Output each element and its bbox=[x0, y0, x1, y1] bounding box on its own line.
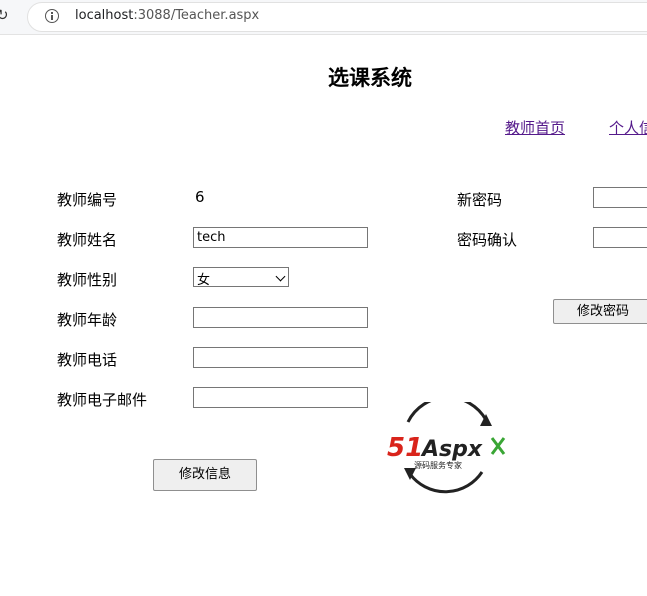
teacher-gender-select[interactable]: 女 bbox=[193, 267, 289, 288]
browser-toolbar: ↻ localhost:3088/Teacher.aspx bbox=[0, 0, 647, 35]
teacher-id-value: 6 bbox=[195, 188, 205, 206]
url-host: localhost bbox=[75, 8, 134, 23]
new-password-label: 新密码 bbox=[457, 191, 503, 209]
teacher-gender-label: 教师性别 bbox=[57, 271, 118, 289]
new-password-input[interactable] bbox=[593, 187, 647, 208]
teacher-id-label: 教师编号 bbox=[57, 191, 118, 209]
teacher-name-label: 教师姓名 bbox=[57, 231, 118, 249]
info-icon[interactable] bbox=[45, 9, 59, 23]
site-logo: 51 Aspx 源码服务专家 bbox=[386, 395, 514, 494]
teacher-age-label: 教师年龄 bbox=[57, 311, 118, 329]
address-bar[interactable]: localhost:3088/Teacher.aspx bbox=[27, 2, 647, 32]
nav-link-personal-info[interactable]: 个人信 bbox=[609, 117, 647, 138]
logo-text-51: 51 bbox=[387, 433, 423, 463]
confirm-password-input[interactable] bbox=[593, 227, 647, 248]
change-password-button[interactable]: 修改密码 bbox=[553, 299, 647, 324]
confirm-password-label: 密码确认 bbox=[457, 231, 518, 249]
logo-text-aspx: Aspx bbox=[420, 437, 483, 462]
url-path: :3088/Teacher.aspx bbox=[133, 8, 260, 23]
gender-selected-value: 女 bbox=[197, 273, 211, 288]
teacher-name-input[interactable]: tech bbox=[193, 227, 368, 248]
url-text[interactable]: localhost:3088/Teacher.aspx bbox=[75, 8, 259, 23]
teacher-age-input[interactable] bbox=[193, 307, 368, 328]
teacher-phone-label: 教师电话 bbox=[57, 351, 118, 369]
chevron-down-icon bbox=[275, 271, 286, 282]
logo-tagline: 源码服务专家 bbox=[414, 460, 462, 470]
nav-link-teacher-home[interactable]: 教师首页 bbox=[505, 117, 565, 138]
logo-graphic: 51 Aspx 源码服务专家 bbox=[387, 395, 506, 494]
save-info-button[interactable]: 修改信息 bbox=[153, 459, 257, 491]
teacher-email-input[interactable] bbox=[193, 387, 368, 408]
teacher-email-label: 教师电子邮件 bbox=[57, 391, 148, 409]
page-title: 选课系统 bbox=[328, 66, 412, 90]
reload-icon[interactable]: ↻ bbox=[0, 6, 9, 24]
teacher-phone-input[interactable] bbox=[193, 347, 368, 368]
